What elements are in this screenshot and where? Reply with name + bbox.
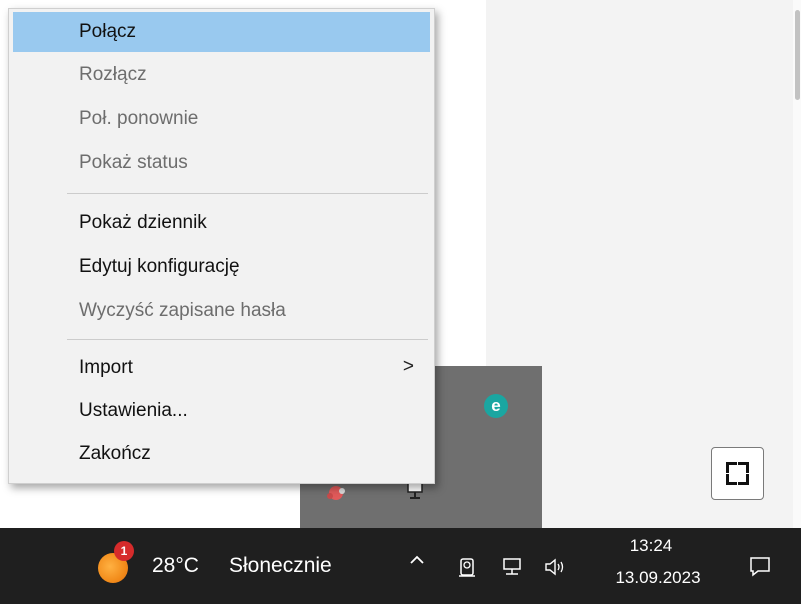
menu-separator [67, 193, 428, 194]
menu-item-show-status[interactable]: Pokaż status [13, 143, 430, 183]
meet-now-icon[interactable] [455, 554, 481, 580]
fullscreen-icon [726, 462, 737, 473]
menu-item-label: Edytuj konfigurację [79, 256, 240, 277]
menu-item-clear-passwords[interactable]: Wyczyść zapisane hasła [13, 291, 430, 331]
weather-condition[interactable]: Słonecznie [229, 554, 332, 578]
menu-item-connect[interactable]: Połącz [13, 12, 430, 52]
menu-item-reconnect[interactable]: Poł. ponownie [13, 99, 430, 139]
menu-item-exit[interactable]: Zakończ [13, 434, 430, 474]
menu-item-label: Pokaż dziennik [79, 212, 207, 233]
volume-icon[interactable] [543, 554, 569, 580]
menu-item-label: Rozłącz [79, 64, 147, 85]
menu-separator [67, 339, 428, 340]
menu-item-label: Pokaż status [79, 152, 188, 173]
notifications-icon[interactable] [747, 553, 773, 579]
openvpn-tray-icon[interactable] [324, 482, 348, 504]
menu-item-import[interactable]: Import > [13, 348, 430, 388]
clock-time[interactable]: 13:24 [611, 536, 691, 556]
chevron-right-icon: > [402, 356, 414, 377]
tray-context-menu: Połącz Rozłącz Poł. ponownie Pokaż statu… [8, 8, 435, 484]
menu-item-edit-config[interactable]: Edytuj konfigurację [13, 247, 430, 287]
fullscreen-icon-corner [738, 462, 749, 473]
menu-item-label: Ustawienia... [79, 400, 188, 421]
weather-temperature[interactable]: 28°C [152, 554, 199, 578]
menu-item-label: Poł. ponownie [79, 108, 199, 129]
fullscreen-button[interactable] [711, 447, 764, 500]
clock-date[interactable]: 13.09.2023 [603, 568, 713, 588]
fullscreen-icon-corner [738, 474, 749, 485]
menu-item-show-log[interactable]: Pokaż dziennik [13, 203, 430, 243]
show-hidden-icons-chevron-icon[interactable] [407, 550, 427, 576]
network-icon[interactable] [500, 554, 526, 580]
taskbar: 1 28°C Słonecznie 13:24 13.09.2023 [0, 528, 801, 604]
menu-item-label: Import [79, 357, 133, 378]
menu-item-label: Wyczyść zapisane hasła [79, 300, 286, 321]
menu-item-settings[interactable]: Ustawienia... [13, 391, 430, 431]
scrollbar-thumb[interactable] [795, 10, 800, 100]
eset-icon[interactable]: e [484, 394, 508, 418]
fullscreen-icon-corner [726, 474, 737, 485]
menu-item-label: Połącz [79, 21, 137, 42]
menu-item-disconnect[interactable]: Rozłącz [13, 55, 430, 95]
notification-badge: 1 [114, 541, 134, 561]
menu-item-label: Zakończ [79, 443, 151, 464]
